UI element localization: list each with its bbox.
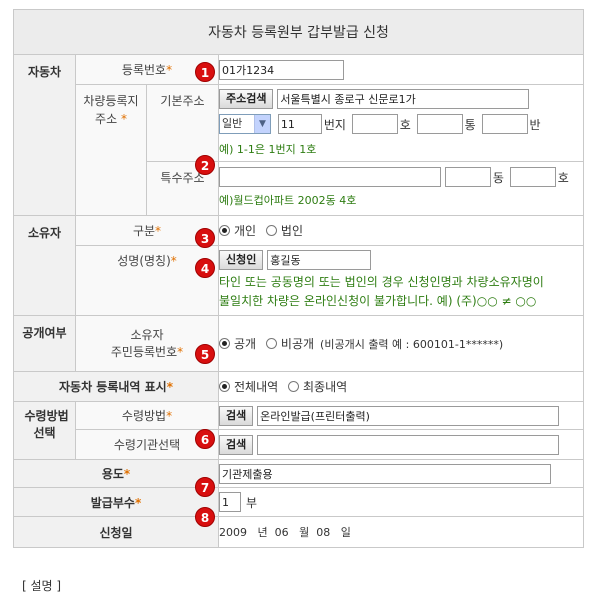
address-type-select[interactable]: 일반 ▼ [219,114,271,134]
apply-day: 08 [316,526,331,539]
disclosure-private-radio[interactable] [265,338,277,349]
ho-input[interactable] [351,114,398,134]
apply-month-unit: 월 [299,526,310,539]
address-example: 예) 1-1은 1번지 1호 [219,143,317,156]
display-all-radio[interactable] [219,381,230,392]
receipt-method-cell: 검색 [217,401,585,430]
owner-name-cell: 신청인 타인 또는 공동명의 또는 법인의 경우 신청인명과 차량소유자명이 불… [217,245,585,316]
disclosure-public-radio[interactable] [219,338,230,349]
receipt-agency-cell: 검색 [217,429,585,460]
apply-date-label: 신청일 [13,516,219,548]
section-receipt-text: 수령방법 선택 [24,409,69,440]
section-receipt: 수령방법 선택 [13,401,76,460]
ban-unit: 반 [529,117,541,132]
purpose-cell [217,459,585,488]
special-address-cell: 동 호 예)월드컵아파트 2002동 4호 [217,161,585,216]
disclosure-private-label: 비공개 [280,337,315,351]
owner-type-individual-label: 개인 [234,224,257,238]
apply-year-unit: 년 [257,526,268,539]
reg-number-cell [217,54,585,85]
section-owner: 소유자 [13,215,76,316]
owner-name-input[interactable] [267,250,372,270]
owner-name-label: 성명(명칭)* [75,245,219,316]
basic-address-cell: 주소검색 일반 ▼ 번지 호 통 반 예) 1-1은 1번지 1호 [217,84,585,162]
display-latest-radio[interactable] [288,381,299,392]
address-type-value: 일반 [222,117,243,130]
registration-display-cell: 전체내역 최종내역 [217,371,585,402]
copies-label: 발급부수* [13,487,219,517]
special-address-example: 예)월드컵아파트 2002동 4호 [219,194,357,207]
ban-input[interactable] [481,114,528,134]
special-dong-unit: 동 [492,170,504,185]
callout-badge-7: 7 [195,477,215,497]
callout-badge-4: 4 [195,258,215,278]
notice-line-2: 불일치한 차량은 온라인신청이 불가합니다. 예) (주)○○ ≠ ○○ [219,294,537,308]
resident-number-label: 소유자 주민등록번호* [75,315,219,372]
apply-day-unit: 일 [340,526,351,539]
basic-address-label: 기본주소 [146,84,219,162]
chevron-down-icon: ▼ [254,115,270,133]
callout-badge-8: 8 [195,507,215,527]
owner-name-notice: 타인 또는 공동명의 또는 법인의 경우 신청인명과 차량소유자명이 불일치한 … [219,273,583,311]
apply-year: 2009 [219,526,247,539]
notice-line-1: 타인 또는 공동명의 또는 법인의 경우 신청인명과 차량소유자명이 [219,275,544,289]
receipt-method-search-button[interactable]: 검색 [219,405,254,426]
lot-unit: 번지 [323,117,346,132]
owner-type-individual-radio[interactable] [219,225,230,236]
owner-type-corporate-label: 법인 [280,224,304,238]
disclosure-cell: 공개 비공개 (비공개시 출력 예 : 600101-1******) [217,315,585,372]
basic-address-input[interactable] [277,89,530,109]
receipt-agency-search-button[interactable]: 검색 [219,434,254,455]
copies-cell: 부 [217,487,585,517]
form-title: 자동차 등록원부 갑부발급 신청 [12,9,585,55]
section-vehicle: 자동차 [13,54,76,216]
callout-badge-1: 1 [195,62,215,82]
form-table: 자동차 등록원부 갑부발급 신청 자동차 등록번호* 차량등록지 주소 * 기본… [12,9,585,548]
address-label: 차량등록지 주소 * [75,84,147,216]
copies-input[interactable] [219,492,241,512]
special-dong-input[interactable] [444,167,491,187]
receipt-method-input[interactable] [257,405,560,426]
apply-date-cell: 2009 년 06 월 08 일 [217,516,585,548]
callout-badge-5: 5 [195,344,215,364]
display-all-label: 전체내역 [234,380,279,394]
special-ho-input[interactable] [509,167,556,187]
copies-unit: 부 [246,495,258,510]
special-address-input[interactable] [219,167,441,187]
section-disclosure: 공개여부 [13,315,76,372]
callout-badge-6: 6 [195,429,215,449]
applicant-button[interactable]: 신청인 [219,250,264,270]
application-form: 자동차 등록원부 갑부발급 신청 자동차 등록번호* 차량등록지 주소 * 기본… [12,9,585,548]
receipt-method-label: 수령방법* [75,401,219,430]
address-search-button[interactable]: 주소검색 [219,89,274,109]
ho-unit: 호 [399,117,411,132]
tong-unit: 통 [464,117,476,132]
receipt-agency-input[interactable] [257,434,560,455]
callout-badge-2: 2 [195,155,215,175]
resident-label-line1: 소유자 [130,327,164,342]
apply-month: 06 [274,526,289,539]
purpose-label: 용도* [13,459,219,488]
disclosure-public-label: 공개 [234,337,257,351]
lot-number-input[interactable] [277,114,322,134]
disclosure-note: (비공개시 출력 예 : 600101-1******) [320,337,504,351]
registration-display-label: 자동차 등록내역 표시* [13,371,219,402]
reg-number-input[interactable] [219,59,344,80]
owner-type-cell: 개인 법인 [217,215,585,246]
special-ho-unit: 호 [557,170,569,185]
owner-type-corporate-radio[interactable] [265,225,277,236]
tong-input[interactable] [416,114,463,134]
display-latest-label: 최종내역 [303,380,348,394]
description-heading: [ 설명 ] [22,579,62,593]
purpose-input[interactable] [219,463,551,484]
callout-badge-3: 3 [195,228,215,248]
